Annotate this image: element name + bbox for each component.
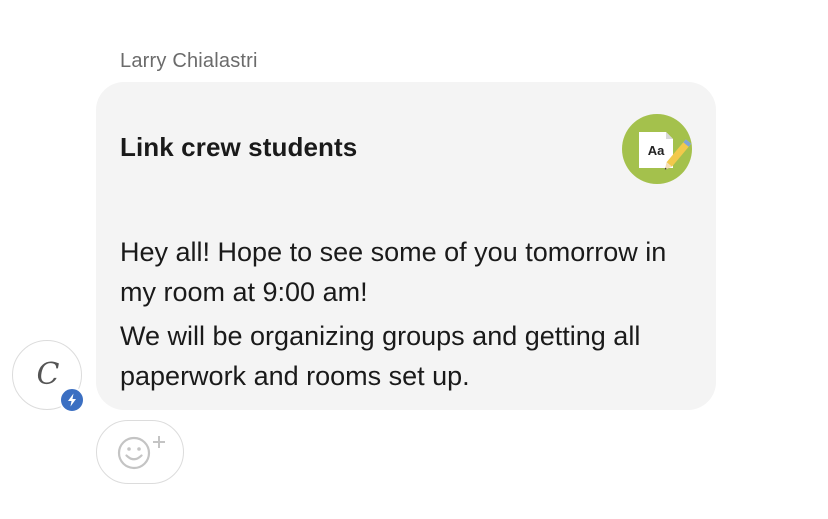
add-emoji-reaction-icon [117, 436, 165, 470]
post-title: Link crew students [120, 132, 358, 162]
message-view: Larry Chialastri C Link crew students Aa [0, 0, 828, 519]
lightning-bolt-icon [59, 387, 85, 413]
post-body-paragraph: Hey all! Hope to see some of you tomorro… [120, 237, 667, 307]
message-bubble[interactable]: Link crew students Aa Hey all! Hope to s… [96, 82, 716, 410]
document-pencil-icon: Aa [622, 114, 692, 184]
post-body: Hey all! Hope to see some of you tomorro… [120, 232, 700, 400]
post-type-label: Aa [648, 143, 665, 158]
sender-name[interactable]: Larry Chialastri [120, 50, 258, 73]
post-body-paragraph: We will be organizing groups and getting… [120, 321, 641, 391]
add-reaction-button[interactable] [96, 420, 184, 484]
